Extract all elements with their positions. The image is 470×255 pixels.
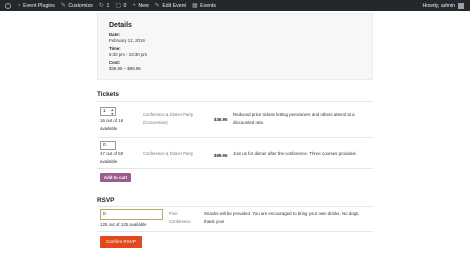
admin-bar-item-events[interactable]: ▦ Events — [192, 3, 216, 9]
date-value: February 12, 2016 — [109, 37, 145, 43]
rsvp-description: Snacks will be provided. You are encoura… — [204, 211, 360, 224]
rsvp-quantity-value: 0 — [103, 212, 106, 217]
divider — [97, 206, 373, 207]
cost-value: $36.95 – $99.95 — [109, 65, 141, 71]
ticket-name: Conference & Dinner Party — [143, 151, 194, 156]
admin-bar-item-event-plugins[interactable]: ◔ Event Plugins — [17, 3, 55, 9]
ticket-price: $99.95 — [214, 153, 228, 158]
paintbrush-icon: ✎ — [60, 2, 66, 9]
rsvp-heading: RSVP — [97, 197, 115, 204]
wordpress-logo-icon[interactable] — [5, 2, 11, 9]
ticket-description: Join us for dinner after the conference.… — [233, 151, 357, 156]
plus-icon: + — [132, 2, 136, 9]
admin-bar-item-customize[interactable]: ✎ Customize — [61, 3, 93, 9]
divider — [97, 168, 373, 169]
ticket-price: $36.95 — [214, 117, 228, 122]
admin-bar-label: New — [138, 2, 149, 9]
rsvp-availability: 125 out of 125 available — [100, 222, 147, 227]
admin-bar-item-new[interactable]: + New — [132, 3, 148, 9]
admin-bar-label: 1 — [106, 2, 110, 9]
ticket-description: Reduced price tickets letting pensioners… — [233, 112, 355, 125]
quantity-value: 1 — [103, 109, 106, 114]
admin-bar-item-edit-event[interactable]: ✎ Edit Event — [155, 3, 186, 9]
rsvp-ticket-name: Free Conference — [169, 211, 191, 224]
ticket-quantity-input[interactable]: 1 ▲ ▼ — [100, 107, 116, 116]
admin-bar-label: Edit Event — [162, 2, 186, 9]
calendar-icon: ▦ — [191, 2, 198, 9]
time-value: 6:30 pm - 10:30 pm — [109, 51, 148, 57]
speedometer-icon: ◔ — [17, 2, 21, 9]
quantity-value: 0 — [103, 143, 106, 148]
admin-bar-item-comments[interactable]: ▢ 0 — [115, 3, 126, 9]
admin-bar-item-updates[interactable]: ↻ 1 — [99, 3, 109, 9]
admin-bar-label: Event Plugins — [23, 2, 55, 9]
date-block: Date: February 12, 2016 — [109, 32, 145, 43]
divider — [97, 137, 373, 138]
spinner-arrows-icon[interactable]: ▲ ▼ — [111, 108, 114, 116]
ticket-availability: 47 out of 50 available — [100, 151, 124, 164]
comment-icon: ▢ — [115, 2, 121, 9]
divider — [97, 231, 373, 232]
admin-bar-label: Customize — [68, 2, 93, 9]
pencil-icon: ✎ — [154, 2, 160, 9]
greeting-text: Howdy, admin — [422, 2, 455, 9]
account-menu[interactable]: Howdy, admin — [423, 0, 464, 11]
ticket-quantity-input[interactable]: 0 — [100, 141, 116, 150]
ticket-availability: 16 out of 16 available — [100, 118, 124, 131]
admin-bar-label: Events — [200, 2, 217, 9]
avatar — [458, 2, 464, 9]
admin-bar-label: 0 — [123, 2, 127, 9]
update-icon: ↻ — [98, 2, 104, 9]
cost-block: Cost: $36.95 – $99.95 — [109, 60, 141, 71]
ticket-name: Conference & Dinner Party (Concession) — [143, 112, 194, 125]
divider — [97, 101, 373, 102]
tickets-heading: Tickets — [97, 91, 119, 98]
details-heading: Details — [109, 22, 132, 29]
time-block: Time: 6:30 pm - 10:30 pm — [109, 46, 147, 57]
admin-bar: ◔ Event Plugins ✎ Customize ↻ 1 ▢ 0 + Ne… — [0, 0, 470, 11]
add-to-cart-button[interactable]: Add to cart — [100, 173, 131, 182]
confirm-rsvp-button[interactable]: Confirm RSVP — [100, 236, 142, 248]
rsvp-quantity-input[interactable]: 0 — [100, 209, 163, 220]
event-details-box: Details Date: February 12, 2016 Time: 6:… — [97, 13, 373, 80]
